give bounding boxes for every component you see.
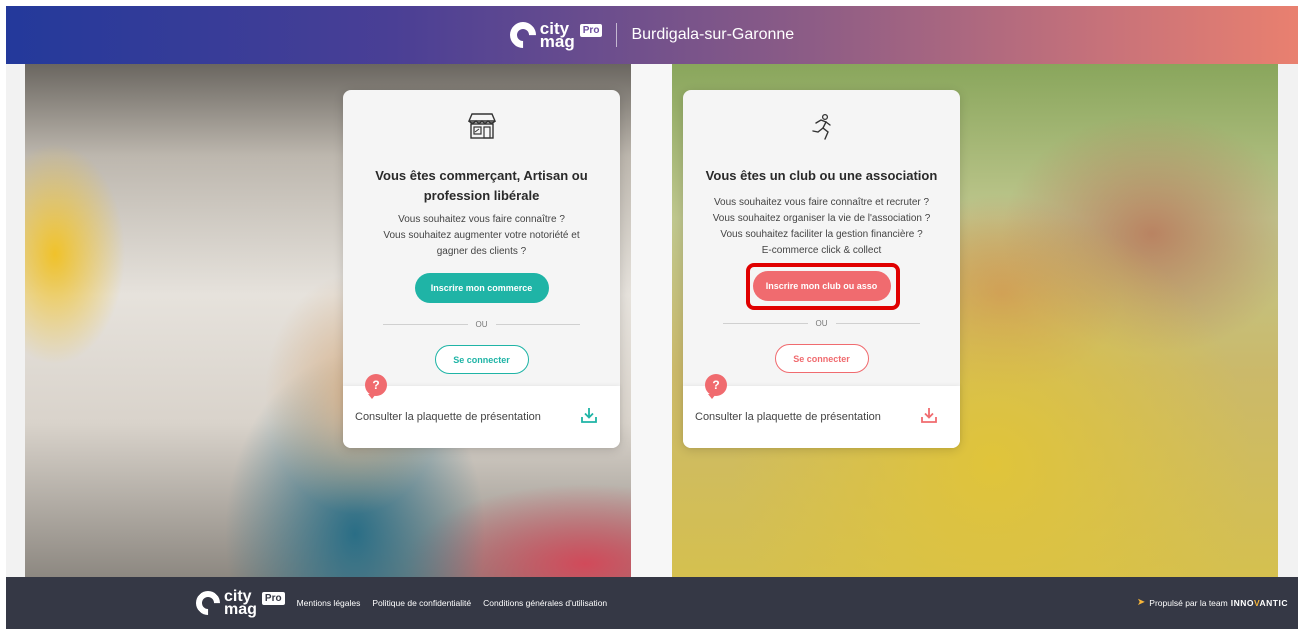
help-bubble-icon: ?: [365, 374, 387, 399]
download-icon[interactable]: [920, 406, 938, 429]
register-club-button[interactable]: Inscrire mon club ou asso: [752, 271, 891, 301]
logo-c-icon: [191, 586, 225, 620]
or-divider: OU: [383, 320, 580, 329]
club-desc-line: E-commerce click & collect: [761, 245, 882, 256]
or-label: OU: [475, 320, 488, 329]
or-label: OU: [815, 319, 828, 328]
city-name: Burdigala-sur-Garonne: [631, 26, 795, 43]
powered-by-credit[interactable]: ➤ Propulsé par la team INNOVANTIC: [1137, 597, 1288, 608]
citymag-pro-logo[interactable]: city mag Pro: [504, 16, 603, 54]
download-icon[interactable]: [580, 406, 598, 429]
merchant-card-description: Vous souhaitez vous faire connaître ? Vo…: [353, 212, 610, 260]
logo-word-mag: mag: [539, 32, 575, 51]
help-bubble-icon: ?: [705, 374, 727, 399]
powered-by-label: Propulsé par la team: [1149, 597, 1228, 608]
club-card-title: Vous êtes un club ou une association: [705, 168, 938, 183]
merchant-login-button[interactable]: Se connecter: [434, 345, 529, 374]
logo-c-icon: [504, 16, 542, 54]
middle-gutter: [631, 64, 672, 577]
header-divider: [616, 23, 618, 47]
club-desc-line: Vous souhaitez vous faire connaître et r…: [713, 197, 930, 208]
club-card-description: Vous souhaitez vous faire connaître et r…: [693, 195, 950, 259]
right-gutter: [1278, 64, 1298, 577]
storefront-icon: [466, 112, 498, 145]
pro-badge: Pro: [261, 591, 285, 605]
club-desc-line: Vous souhaitez faciliter la gestion fina…: [720, 229, 923, 240]
pro-badge: Pro: [579, 23, 603, 37]
merchant-desc-line: gagner des clients ?: [436, 246, 527, 257]
merchant-desc-line: Vous souhaitez vous faire connaître ?: [398, 214, 565, 225]
club-desc-line: Vous souhaitez organiser la vie de l'ass…: [712, 213, 931, 224]
footer: city mag Pro Mentions légales Politique …: [6, 577, 1298, 629]
privacy-policy-link[interactable]: Politique de confidentialité: [372, 598, 471, 608]
merchant-brochure-link[interactable]: ? Consulter la plaquette de présentation: [343, 374, 620, 448]
innovantic-logo: INNOVANTIC: [1230, 597, 1288, 608]
club-login-button[interactable]: Se connecter: [774, 344, 869, 373]
rocket-icon: ➤: [1136, 597, 1146, 608]
footer-citymag-pro-logo[interactable]: city mag Pro: [191, 586, 285, 620]
brochure-label: Consulter la plaquette de présentation: [355, 411, 541, 423]
legal-notice-link[interactable]: Mentions légales: [297, 598, 361, 608]
club-card: Vous êtes un club ou une association Vou…: [683, 90, 960, 448]
top-header: city mag Pro Burdigala-sur-Garonne: [6, 6, 1298, 64]
terms-of-use-link[interactable]: Conditions générales d'utilisation: [483, 598, 607, 608]
left-gutter: [6, 64, 25, 577]
merchant-card-title: Vous êtes commerçant, Artisan ou profess…: [375, 168, 588, 203]
runner-icon: [807, 112, 837, 147]
brochure-label: Consulter la plaquette de présentation: [695, 411, 881, 423]
merchant-desc-line: Vous souhaitez augmenter votre notoriété…: [383, 230, 580, 241]
or-divider: OU: [723, 319, 920, 328]
merchant-card: Vous êtes commerçant, Artisan ou profess…: [343, 90, 620, 448]
logo-word-mag: mag: [224, 601, 257, 618]
register-shop-button[interactable]: Inscrire mon commerce: [414, 273, 549, 303]
club-brochure-link[interactable]: ? Consulter la plaquette de présentation: [683, 374, 960, 448]
